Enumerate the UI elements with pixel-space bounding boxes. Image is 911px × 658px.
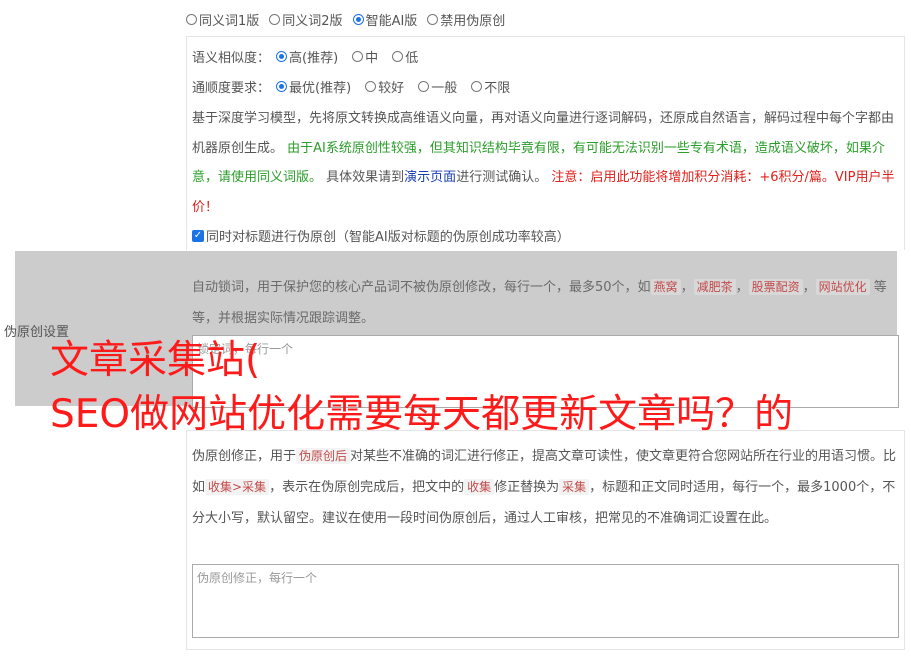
correction-description: 伪原创修正，用于 伪原创后 对某些不准确的词汇进行修正，提高文章可读性，使文章更符合… <box>192 448 897 526</box>
demo-page-link[interactable]: 演示页面 <box>404 170 456 185</box>
mode-radio-synonym-v2[interactable]: 同义词2版 <box>269 10 343 29</box>
overlay-article-title: 文章采集站( SEO做网站优化需要每天都更新文章吗？的 <box>50 334 910 442</box>
example-tag: 收集>采集 <box>205 479 270 495</box>
radio-circle-icon[interactable] <box>418 81 430 92</box>
lock-words-description: 自动锁词，用于保护您的核心产品词不被伪原创修改，每行一个，最多50个，如 燕窝，减… <box>192 279 887 326</box>
radio-checked-icon[interactable] <box>352 14 364 25</box>
radio-circle-icon[interactable] <box>471 81 483 92</box>
mode-radio-group: 同义词1版 同义词2版 智能AI版 禁用伪原创 <box>186 10 505 29</box>
radio-circle-icon[interactable] <box>352 51 364 62</box>
similarity-low[interactable]: 低 <box>392 47 418 66</box>
radio-checked-icon[interactable] <box>276 81 288 92</box>
mode-radio-disable[interactable]: 禁用伪原创 <box>427 10 505 29</box>
radio-circle-icon[interactable] <box>365 81 377 92</box>
title-rewrite-checkbox[interactable]: ✓ 同时对标题进行伪原创（智能AI版对标题的伪原创成功率较高） <box>192 226 570 245</box>
fluency-best[interactable]: 最优(推荐) <box>276 77 351 96</box>
similarity-row: 语义相似度： 高(推荐) 中 低 <box>192 47 418 66</box>
fluency-good[interactable]: 较好 <box>365 77 404 96</box>
radio-checked-icon[interactable] <box>276 51 288 62</box>
checkbox-checked-icon[interactable]: ✓ <box>192 229 204 242</box>
fluency-row: 通顺度要求： 最优(推荐) 较好 一般 不限 <box>192 77 510 96</box>
similarity-high[interactable]: 高(推荐) <box>276 47 338 66</box>
radio-circle-icon[interactable] <box>269 14 281 25</box>
example-tag: 股票配资 <box>748 279 803 295</box>
correction-textarea[interactable]: 伪原创修正，每行一个 <box>192 564 899 638</box>
overlay-title-line1: 文章采集站( <box>50 338 261 383</box>
fluency-label: 通顺度要求： <box>192 81 271 96</box>
example-tag: 燕窝 <box>650 279 681 295</box>
example-tag: 伪原创后 <box>296 448 351 464</box>
example-tag: 减肥茶 <box>693 279 736 295</box>
fluency-normal[interactable]: 一般 <box>418 77 457 96</box>
overlay-title-line2: SEO做网站优化需要每天都更新文章吗？的 <box>50 392 794 437</box>
example-tag: 网站优化 <box>815 279 870 295</box>
radio-circle-icon[interactable] <box>186 14 197 25</box>
similarity-medium[interactable]: 中 <box>352 47 378 66</box>
ai-description: 基于深度学习模型，先将原文转换成高维语义向量，再对语义向量进行逐词解码，还原成自… <box>192 111 895 215</box>
similarity-label: 语义相似度： <box>192 51 271 66</box>
mode-radio-ai[interactable]: 智能AI版 <box>352 10 417 29</box>
example-tag: 收集 <box>464 479 495 495</box>
radio-circle-icon[interactable] <box>392 51 404 62</box>
fluency-any[interactable]: 不限 <box>471 77 510 96</box>
radio-circle-icon[interactable] <box>427 14 439 25</box>
mode-radio-synonym-v1[interactable]: 同义词1版 <box>186 10 259 29</box>
example-tag: 采集 <box>559 479 590 495</box>
